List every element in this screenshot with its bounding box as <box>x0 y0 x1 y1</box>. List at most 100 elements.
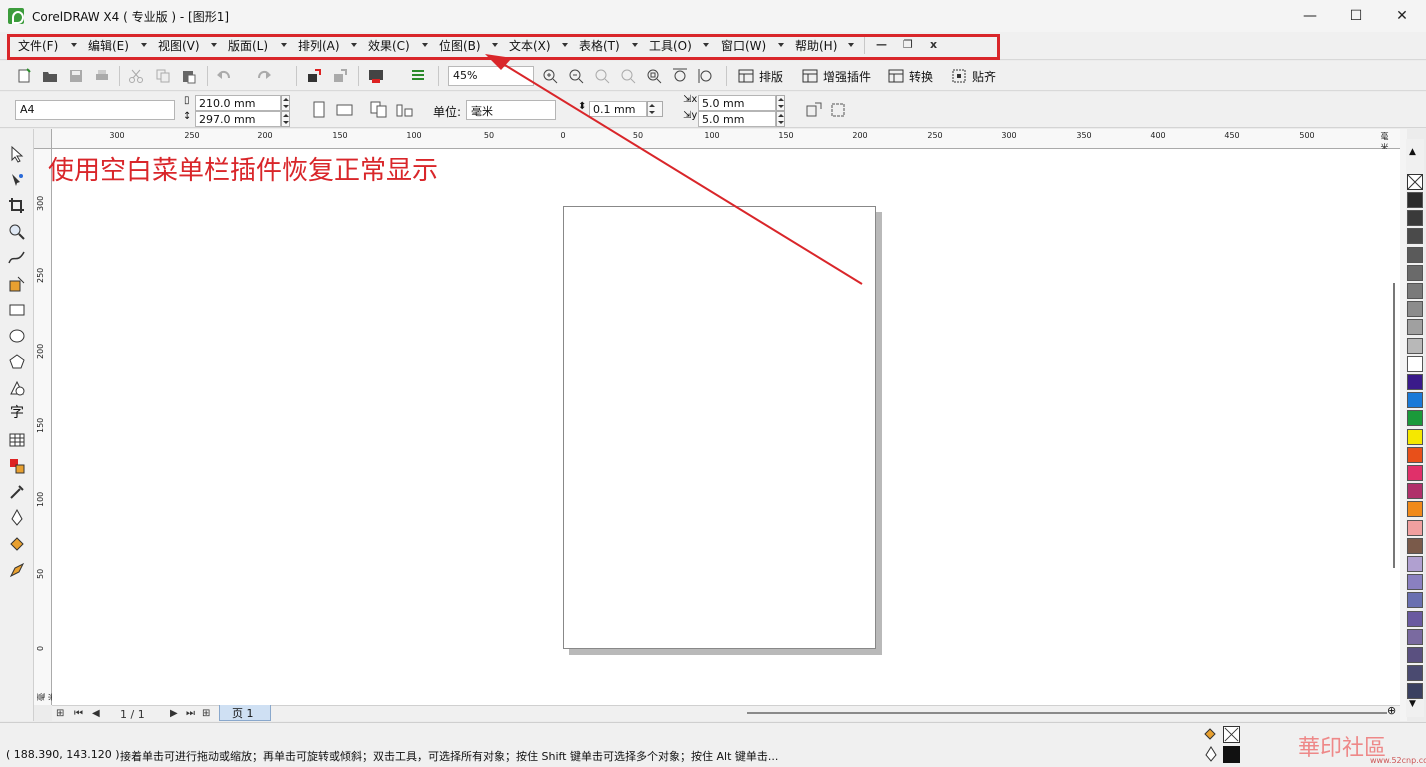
add-page-after-icon[interactable]: ⊞ <box>202 708 210 719</box>
outline-pen-tool-icon[interactable] <box>8 509 26 527</box>
menu-bitmaps-arrow-icon[interactable] <box>492 43 498 47</box>
page-height-stepper[interactable] <box>281 111 290 127</box>
color-swatch[interactable] <box>1407 301 1423 318</box>
shape-tool-icon[interactable] <box>8 171 26 189</box>
snap-plugin-button[interactable]: 贴齐 <box>972 68 996 85</box>
zoom-in-icon[interactable] <box>542 68 558 84</box>
menu-layout-arrow-icon[interactable] <box>281 43 287 47</box>
landscape-icon[interactable] <box>336 103 354 117</box>
current-page-icon[interactable] <box>396 101 414 119</box>
fill-color-indicator[interactable] <box>1223 726 1240 743</box>
paper-size-dropdown[interactable]: A4 <box>15 100 175 120</box>
color-swatch[interactable] <box>1407 483 1423 500</box>
fill-tool-icon[interactable] <box>8 535 26 553</box>
portrait-icon[interactable] <box>312 101 326 119</box>
interactive-fill-tool-icon[interactable] <box>8 561 26 579</box>
ruler-origin[interactable] <box>34 129 52 149</box>
enhance-plugin-button[interactable]: 增强插件 <box>823 68 871 85</box>
no-color-swatch[interactable] <box>1407 174 1423 190</box>
duplicate-distance-y-field[interactable]: 5.0 mm <box>698 111 776 127</box>
document-page[interactable] <box>563 206 876 649</box>
menu-bitmaps[interactable]: 位图(B) <box>439 37 481 55</box>
table-tool-icon[interactable] <box>8 431 26 449</box>
menu-arrange-arrow-icon[interactable] <box>351 43 357 47</box>
snap-to-objects-icon[interactable] <box>829 101 847 119</box>
menu-view-arrow-icon[interactable] <box>211 43 217 47</box>
duplicate-x-stepper[interactable] <box>776 95 785 111</box>
zoom-page-icon[interactable] <box>646 68 662 84</box>
menu-help[interactable]: 帮助(H) <box>795 37 837 55</box>
next-page-button[interactable]: ▶ <box>170 708 178 719</box>
menu-effects[interactable]: 效果(C) <box>368 37 410 55</box>
menu-window-arrow-icon[interactable] <box>778 43 784 47</box>
pick-tool-icon[interactable] <box>8 145 26 163</box>
snap-plugin-icon[interactable] <box>951 68 967 84</box>
import-icon[interactable] <box>306 68 322 84</box>
welcome-screen-icon[interactable] <box>410 68 426 84</box>
color-swatch[interactable] <box>1407 264 1423 281</box>
drawing-canvas[interactable] <box>52 149 1400 705</box>
menu-tools[interactable]: 工具(O) <box>649 37 692 55</box>
color-swatch[interactable] <box>1407 210 1423 227</box>
convert-plugin-button[interactable]: 转换 <box>909 68 933 85</box>
document-restore-button[interactable]: ❐ <box>903 38 913 51</box>
nudge-distance-field[interactable]: 0.1 mm <box>589 101 647 117</box>
zoom-all-objects-icon[interactable] <box>620 68 636 84</box>
redo-icon[interactable] <box>256 68 272 84</box>
menu-arrange[interactable]: 排列(A) <box>298 37 340 55</box>
text-tool-icon[interactable]: 字 <box>8 404 26 422</box>
color-swatch[interactable] <box>1407 465 1423 481</box>
maximize-button[interactable]: ☐ <box>1333 0 1379 32</box>
document-minimize-button[interactable]: — <box>876 38 887 51</box>
enhance-plugin-icon[interactable] <box>802 68 818 84</box>
zoom-tool-icon[interactable] <box>8 223 26 241</box>
menu-effects-arrow-icon[interactable] <box>422 43 428 47</box>
menu-view[interactable]: 视图(V) <box>158 37 200 55</box>
duplicate-distance-x-field[interactable]: 5.0 mm <box>698 95 776 111</box>
open-icon[interactable] <box>42 68 58 84</box>
horizontal-ruler[interactable]: 300 250 200 150 100 50 0 50 100 150 200 … <box>52 129 1400 152</box>
document-close-button[interactable]: x <box>930 38 937 51</box>
color-swatch[interactable] <box>1407 228 1423 245</box>
zoom-page-height-icon[interactable] <box>698 68 714 84</box>
vertical-scrollbar-thumb[interactable] <box>1393 283 1395 568</box>
crop-tool-icon[interactable] <box>8 197 26 215</box>
color-swatch[interactable] <box>1407 355 1423 372</box>
color-swatch[interactable] <box>1407 592 1423 609</box>
save-icon[interactable] <box>68 68 84 84</box>
all-pages-icon[interactable] <box>370 101 388 119</box>
freehand-tool-icon[interactable] <box>8 249 26 267</box>
page-width-stepper[interactable] <box>281 95 290 111</box>
menu-tools-arrow-icon[interactable] <box>703 43 709 47</box>
basic-shapes-tool-icon[interactable] <box>8 379 26 397</box>
color-swatch[interactable] <box>1407 610 1423 627</box>
navigator-zoom-icon[interactable]: ⊕ <box>1387 704 1396 717</box>
interactive-blend-tool-icon[interactable] <box>8 457 26 475</box>
color-swatch[interactable] <box>1407 283 1423 299</box>
rectangle-tool-icon[interactable] <box>8 301 26 319</box>
menu-layout[interactable]: 版面(L) <box>228 37 268 55</box>
color-swatch[interactable] <box>1407 574 1423 591</box>
color-swatch[interactable] <box>1407 537 1423 554</box>
nudge-stepper[interactable] <box>647 101 663 117</box>
vertical-ruler[interactable]: 300 250 200 150 100 50 0 毫米 <box>34 149 57 705</box>
menu-text[interactable]: 文本(X) <box>509 37 551 55</box>
previous-page-button[interactable]: ◀ <box>92 708 100 719</box>
menu-table[interactable]: 表格(T) <box>579 37 620 55</box>
color-swatch[interactable] <box>1407 337 1423 354</box>
menu-file-arrow-icon[interactable] <box>71 43 77 47</box>
application-launcher-icon[interactable] <box>368 68 384 84</box>
cut-icon[interactable] <box>128 68 144 84</box>
outline-color-indicator[interactable] <box>1223 746 1240 763</box>
menu-help-arrow-icon[interactable] <box>848 43 854 47</box>
smart-fill-tool-icon[interactable] <box>8 275 26 293</box>
color-swatch[interactable] <box>1407 246 1423 263</box>
paste-icon[interactable] <box>181 68 197 84</box>
convert-plugin-icon[interactable] <box>888 68 904 84</box>
menu-text-arrow-icon[interactable] <box>562 43 568 47</box>
color-swatch[interactable] <box>1407 392 1423 409</box>
polygon-tool-icon[interactable] <box>8 353 26 371</box>
add-page-before-icon[interactable]: ⊞ <box>56 708 64 719</box>
layout-plugin-icon[interactable] <box>738 68 754 84</box>
page-tab[interactable]: 页 1 <box>219 705 271 721</box>
